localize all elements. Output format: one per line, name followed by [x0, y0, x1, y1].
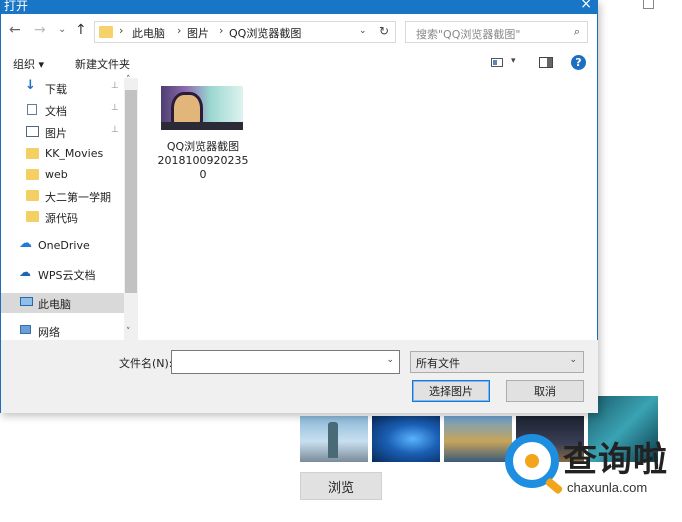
nav-item-web[interactable]: web	[1, 165, 124, 185]
pin-icon[interactable]: ⊥	[111, 81, 119, 91]
restore-window-icon[interactable]	[643, 0, 654, 9]
filename-dropdown-chevron-icon[interactable]: ⌄	[386, 355, 394, 365]
select-picture-button[interactable]: 选择图片	[412, 380, 490, 402]
nav-item-label: 此电脑	[38, 298, 71, 311]
search-box[interactable]: 搜索"QQ浏览器截图" ⌕	[405, 21, 588, 43]
address-row: ← → ⌄ ↑ › 此电脑 › 图片 › QQ浏览器截图 ⌄ ↻ 搜索"QQ浏览…	[1, 20, 598, 44]
nav-item-downloads[interactable]: ↓ 下载 ⊥	[1, 78, 124, 98]
scroll-down-icon[interactable]: ˅	[126, 327, 131, 337]
command-toolbar: 组织 ▾ 新建文件夹 ▾ ?	[1, 50, 598, 76]
breadcrumb-separator-icon: ›	[177, 24, 182, 37]
file-name-line: QQ浏览器截图	[166, 140, 240, 153]
file-thumbnail[interactable]	[161, 86, 243, 130]
scroll-up-icon[interactable]: ˄	[126, 75, 131, 85]
nav-item-onedrive[interactable]: ☁ OneDrive	[1, 236, 124, 256]
navigation-scrollbar[interactable]: ˄ ˅	[124, 75, 138, 340]
dialog-titlebar[interactable]: 打开 ×	[1, 0, 598, 14]
nav-item-label: 文档	[45, 105, 67, 118]
nav-item-label: 图片	[45, 127, 67, 140]
wps-cloud-icon: ☁	[19, 265, 31, 279]
thumbnail-beach-rocks[interactable]	[444, 416, 512, 462]
breadcrumb-separator-icon: ›	[119, 24, 124, 37]
nav-item-label: 下载	[45, 83, 67, 96]
preview-pane-icon[interactable]	[539, 57, 553, 68]
folder-icon	[26, 148, 39, 159]
nav-item-sophomore-first-term[interactable]: 大二第一学期	[1, 186, 124, 206]
thumbnail-windows-wallpaper[interactable]	[372, 416, 440, 462]
folder-icon	[26, 190, 39, 201]
dialog-title: 打开	[4, 0, 29, 13]
close-icon[interactable]: ×	[580, 0, 592, 12]
magnifier-q-logo-icon	[505, 434, 559, 488]
view-options-chevron-icon[interactable]: ▾	[511, 56, 516, 66]
breadcrumb-separator-icon: ›	[219, 24, 224, 37]
nav-item-wps-cloud[interactable]: ☁ WPS云文档	[1, 264, 124, 284]
refresh-icon[interactable]: ↻	[379, 24, 389, 38]
nav-item-label: OneDrive	[38, 239, 90, 252]
folder-icon	[26, 211, 39, 222]
watermark-url: chaxunla.com	[567, 480, 648, 495]
search-icon[interactable]: ⌕	[574, 25, 580, 39]
chaxunla-watermark-logo: 查询啦 chaxunla.com	[503, 430, 678, 502]
page: 浏览 查询啦 chaxunla.com 打开 × ← → ⌄ ↑ › 此电脑 ›…	[0, 0, 682, 522]
statue-shape	[328, 422, 338, 458]
file-name-line: 2018100920235	[157, 154, 249, 167]
change-view-icon[interactable]	[491, 58, 503, 67]
file-type-select[interactable]: 所有文件 ⌄	[410, 351, 584, 373]
nav-item-label: WPS云文档	[38, 269, 96, 282]
filename-combobox[interactable]: ⌄	[171, 350, 400, 374]
nav-item-source-code[interactable]: 源代码	[1, 207, 124, 227]
folder-icon	[99, 26, 113, 38]
folder-icon	[26, 169, 39, 180]
forward-arrow-icon[interactable]: →	[34, 22, 46, 38]
nav-item-label: 网络	[38, 326, 60, 339]
document-icon	[27, 104, 37, 115]
file-name-line: 0	[199, 168, 207, 181]
download-icon: ↓	[25, 78, 36, 93]
nav-item-label: web	[45, 168, 68, 181]
breadcrumb-this-pc[interactable]: 此电脑	[132, 25, 165, 41]
filename-label: 文件名(N):	[119, 357, 173, 370]
up-arrow-icon[interactable]: ↑	[75, 22, 87, 38]
open-file-dialog: 打开 × ← → ⌄ ↑ › 此电脑 › 图片 › QQ浏览器截图 ⌄ ↻ 搜索…	[0, 0, 598, 413]
scrollbar-thumb[interactable]	[125, 90, 137, 293]
new-folder-button[interactable]: 新建文件夹	[75, 56, 130, 72]
breadcrumb-qq-screenshots[interactable]: QQ浏览器截图	[229, 25, 301, 41]
pin-icon[interactable]: ⊥	[111, 125, 119, 135]
help-icon[interactable]: ?	[571, 55, 586, 70]
dialog-footer: 文件名(N): ⌄ 所有文件 ⌄ 选择图片 取消	[1, 340, 598, 413]
file-type-chevron-icon[interactable]: ⌄	[569, 355, 577, 365]
cloud-icon: ☁	[19, 236, 32, 251]
recent-locations-chevron-icon[interactable]: ⌄	[58, 24, 66, 35]
nav-item-label: 源代码	[45, 212, 78, 225]
navigation-pane: ↓ 下载 ⊥ 文档 ⊥ 图片 ⊥ KK_Movies web 大二第一学期 源代…	[1, 75, 138, 341]
browse-button[interactable]: 浏览	[300, 472, 382, 500]
nav-item-label: KK_Movies	[45, 147, 104, 160]
nav-item-documents[interactable]: 文档 ⊥	[1, 100, 124, 120]
nav-item-label: 大二第一学期	[45, 191, 111, 204]
file-name: QQ浏览器截图 2018100920235 0	[153, 140, 253, 182]
address-dropdown-chevron-icon[interactable]: ⌄	[359, 26, 367, 36]
thumbnail-statue-of-liberty[interactable]	[300, 416, 368, 462]
pin-icon[interactable]: ⊥	[111, 103, 119, 113]
search-placeholder: 搜索"QQ浏览器截图"	[416, 28, 521, 41]
file-list-area: QQ浏览器截图 2018100920235 0	[139, 78, 598, 340]
watermark-title: 查询啦	[563, 440, 668, 480]
nav-item-pictures[interactable]: 图片 ⊥	[1, 122, 124, 142]
cancel-button[interactable]: 取消	[506, 380, 584, 402]
organize-menu-button[interactable]: 组织 ▾	[13, 56, 44, 72]
nav-item-this-pc[interactable]: 此电脑	[1, 293, 124, 313]
back-arrow-icon[interactable]: ←	[9, 22, 21, 38]
filename-input[interactable]	[172, 351, 377, 373]
pictures-icon	[26, 126, 39, 137]
breadcrumb-pictures[interactable]: 图片	[187, 25, 209, 41]
computer-icon	[20, 297, 33, 306]
network-icon	[20, 325, 31, 334]
file-type-value: 所有文件	[416, 357, 460, 370]
nav-item-network[interactable]: 网络	[1, 321, 124, 341]
address-bar[interactable]: › 此电脑 › 图片 › QQ浏览器截图 ⌄ ↻	[94, 21, 396, 43]
nav-item-kk-movies[interactable]: KK_Movies	[1, 144, 124, 164]
